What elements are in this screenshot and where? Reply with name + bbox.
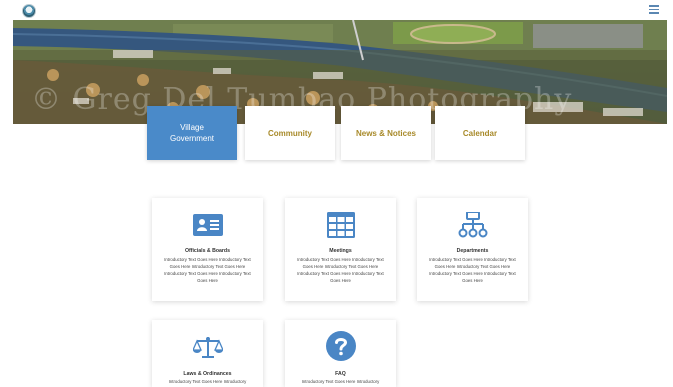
main-nav-tabs: Village Government Community News & Noti… bbox=[147, 106, 527, 160]
scales-icon bbox=[192, 337, 223, 358]
card-title: Meetings bbox=[329, 248, 352, 254]
card-description: Introductory Text Goes Here Introductory… bbox=[164, 257, 251, 283]
card-meetings[interactable]: Meetings Introductory Text Goes Here Int… bbox=[285, 198, 396, 301]
top-bar bbox=[0, 0, 673, 20]
card-departments[interactable]: Departments Introductory Text Goes Here … bbox=[417, 198, 528, 301]
hamburger-menu-icon[interactable] bbox=[649, 5, 659, 14]
card-officials-boards[interactable]: Officials & Boards Introductory Text Goe… bbox=[152, 198, 263, 301]
question-circle-icon bbox=[325, 331, 356, 361]
card-description: Introductory Text Goes Here Introductory… bbox=[429, 257, 516, 283]
tab-news-notices[interactable]: News & Notices bbox=[341, 106, 431, 160]
card-description: Introductory Text Goes Here Introductory… bbox=[297, 257, 384, 283]
grid-calendar-icon bbox=[326, 212, 355, 238]
card-title: Departments bbox=[456, 248, 489, 254]
card-faq[interactable]: FAQ Introductory Text Goes Here Introduc… bbox=[285, 320, 396, 387]
org-chart-icon bbox=[458, 212, 487, 238]
card-title: Officials & Boards bbox=[185, 248, 230, 254]
tab-label: News & Notices bbox=[355, 128, 417, 138]
card-title: FAQ bbox=[335, 371, 346, 377]
tab-label: Village Government bbox=[169, 123, 215, 143]
tab-label: Community bbox=[268, 128, 312, 138]
village-seal-logo[interactable] bbox=[22, 4, 36, 18]
card-title: Laws & Ordinances bbox=[183, 371, 232, 377]
tab-community[interactable]: Community bbox=[245, 106, 335, 160]
card-laws-ordinances[interactable]: Laws & Ordinances Introductory Text Goes… bbox=[152, 320, 263, 387]
tab-calendar[interactable]: Calendar bbox=[435, 106, 525, 160]
card-description: Introductory Text Goes Here Introductory bbox=[168, 379, 247, 384]
tab-village-government[interactable]: Village Government bbox=[147, 106, 237, 160]
tab-label: Calendar bbox=[462, 128, 498, 138]
card-description: Introductory Text Goes Here Introductory bbox=[301, 379, 380, 384]
id-card-icon bbox=[192, 214, 223, 236]
